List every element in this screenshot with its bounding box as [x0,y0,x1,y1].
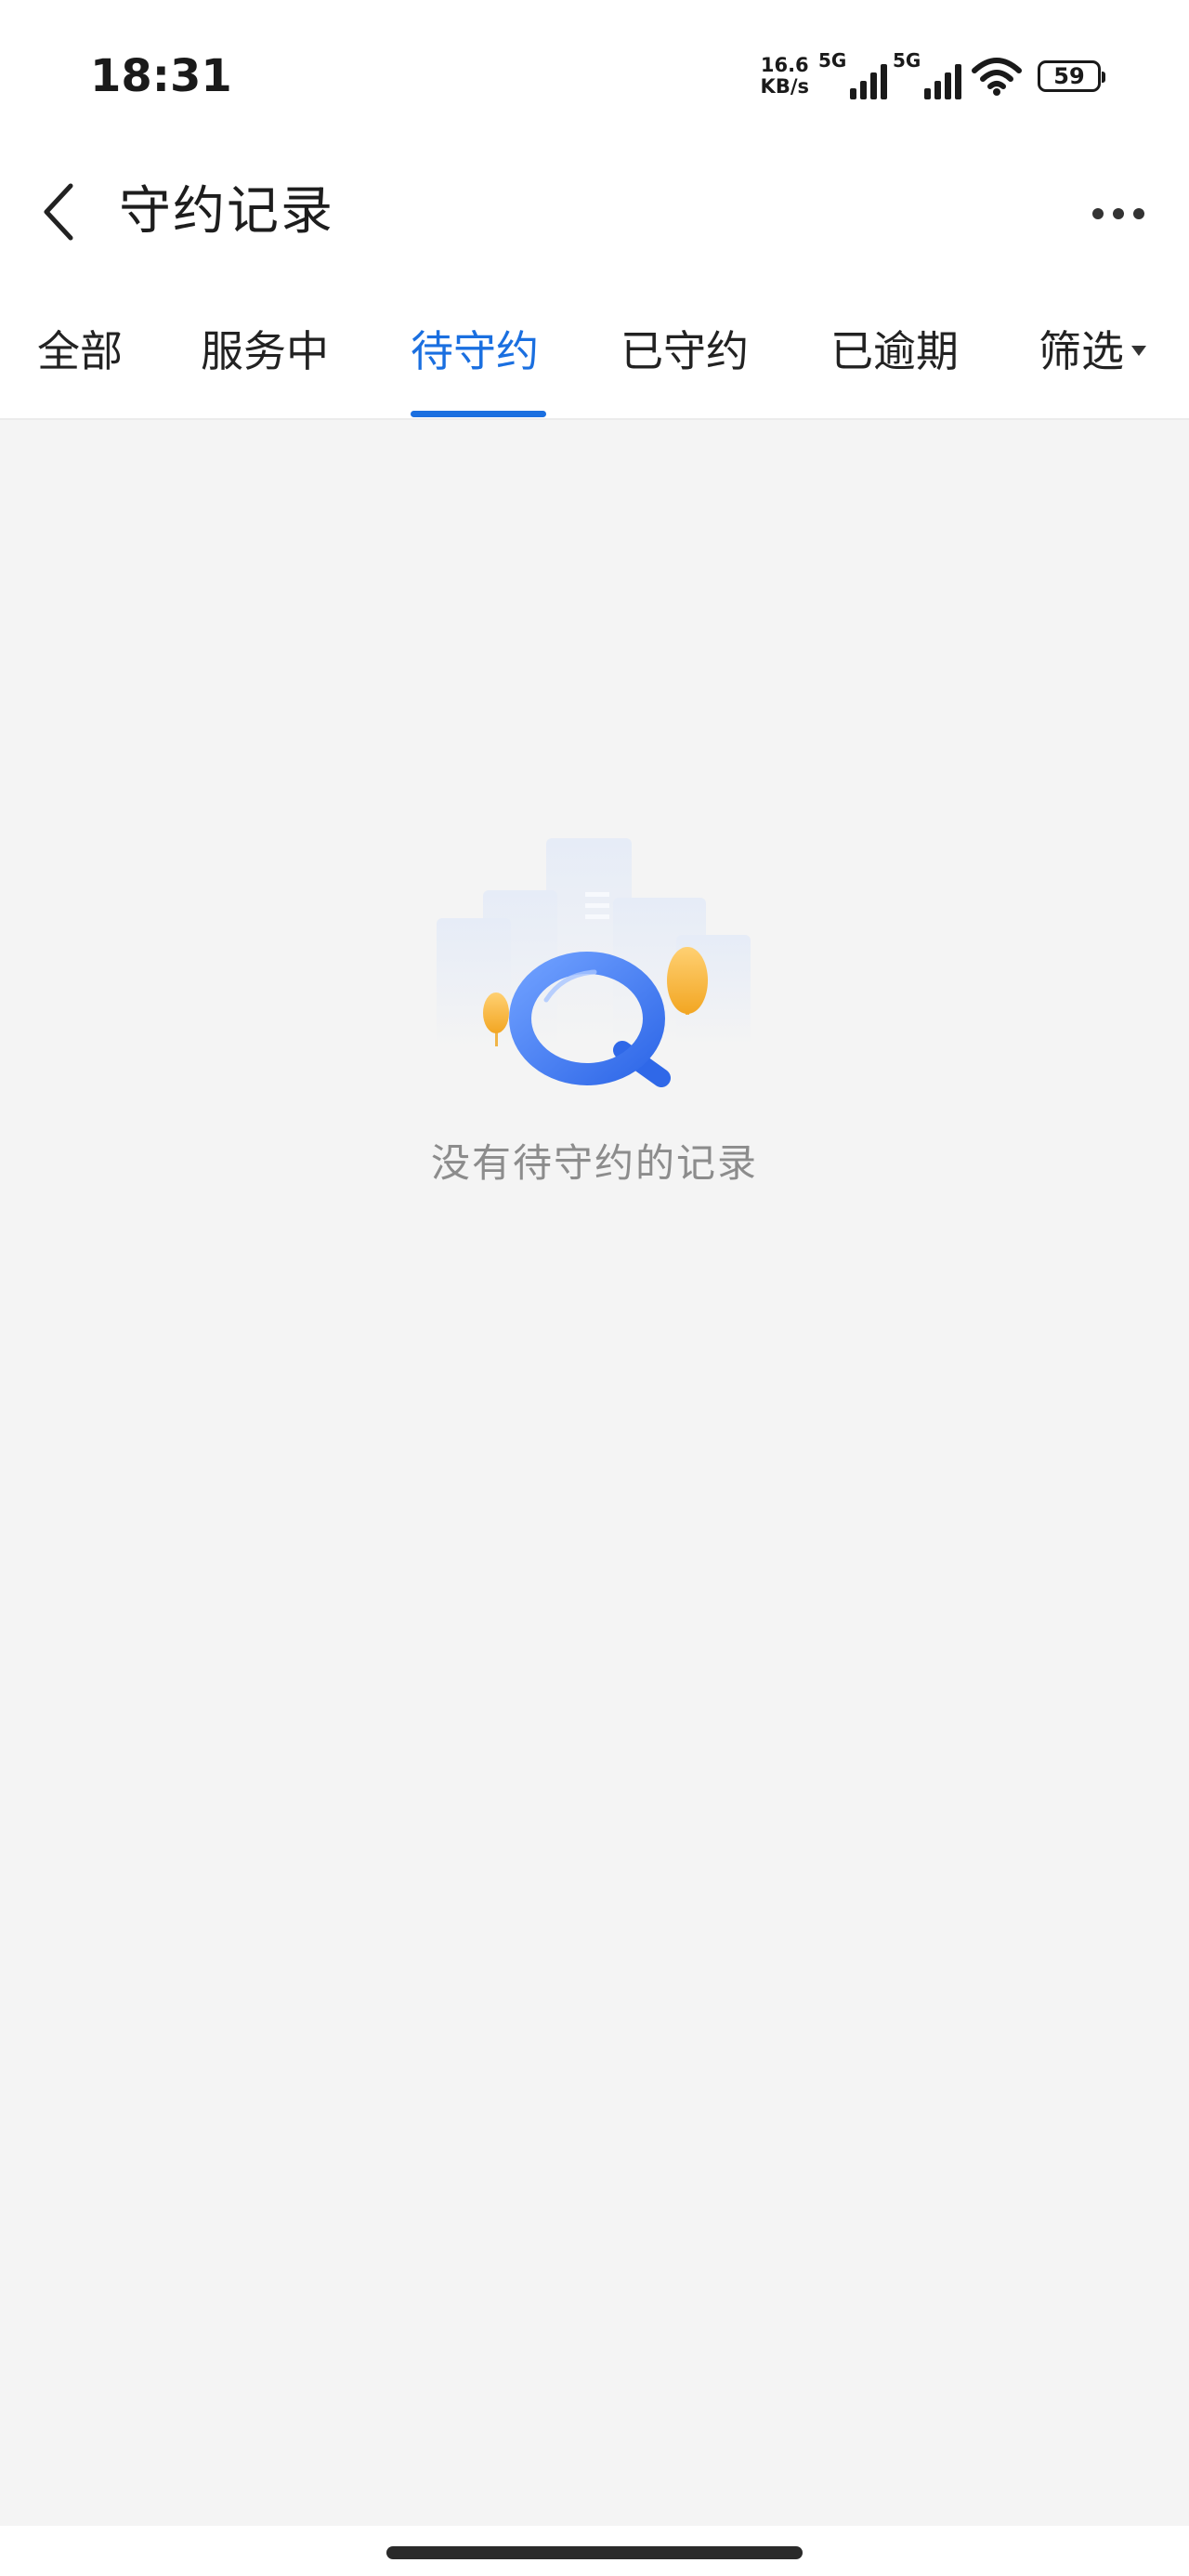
empty-state-message: 没有待守约的记录 [430,1140,758,1186]
caret-down-icon [1131,346,1146,356]
wifi-icon [972,58,1022,96]
active-tab-indicator [411,411,546,417]
top-panel: 18:31 16.6 KB/s 5G 5G 59 守约记录 全部 服务中 待守约… [0,0,1189,418]
signal-sim2-icon: 5G [893,49,961,99]
back-button[interactable] [33,177,85,247]
status-icons: 16.6 KB/s 5G 5G 59 [761,48,1105,104]
tab-filter[interactable]: 筛选 [1039,311,1146,391]
sim1-network-type: 5G [818,49,847,72]
network-speed-unit: KB/s [760,75,809,98]
divider [0,418,1189,420]
empty-search-illustration [437,838,751,1087]
page-title: 守约记录 [119,181,334,242]
tab-all[interactable]: 全部 [37,311,123,391]
more-dot-icon [1113,208,1124,219]
tab-in-service[interactable]: 服务中 [201,311,329,391]
more-dot-icon [1092,208,1104,219]
tab-bar: 全部 服务中 待守约 已守约 已逾期 筛选 [0,311,1189,418]
filter-label: 筛选 [1039,326,1124,376]
tab-overdue[interactable]: 已逾期 [830,311,959,391]
home-indicator[interactable] [386,2546,803,2559]
more-options-button[interactable] [1081,186,1156,242]
status-time: 18:31 [90,50,232,102]
more-dot-icon [1133,208,1144,219]
tab-pending[interactable]: 待守约 [411,311,539,391]
battery-level: 59 [1053,63,1085,89]
network-speed: 16.6 KB/s [761,55,809,98]
signal-sim1-icon: 5G [818,49,887,99]
sim2-network-type: 5G [893,49,921,72]
battery-icon: 59 [1038,60,1105,92]
network-speed-value: 16.6 [760,54,809,76]
tab-kept[interactable]: 已守约 [621,311,749,391]
chevron-left-icon [44,183,73,241]
